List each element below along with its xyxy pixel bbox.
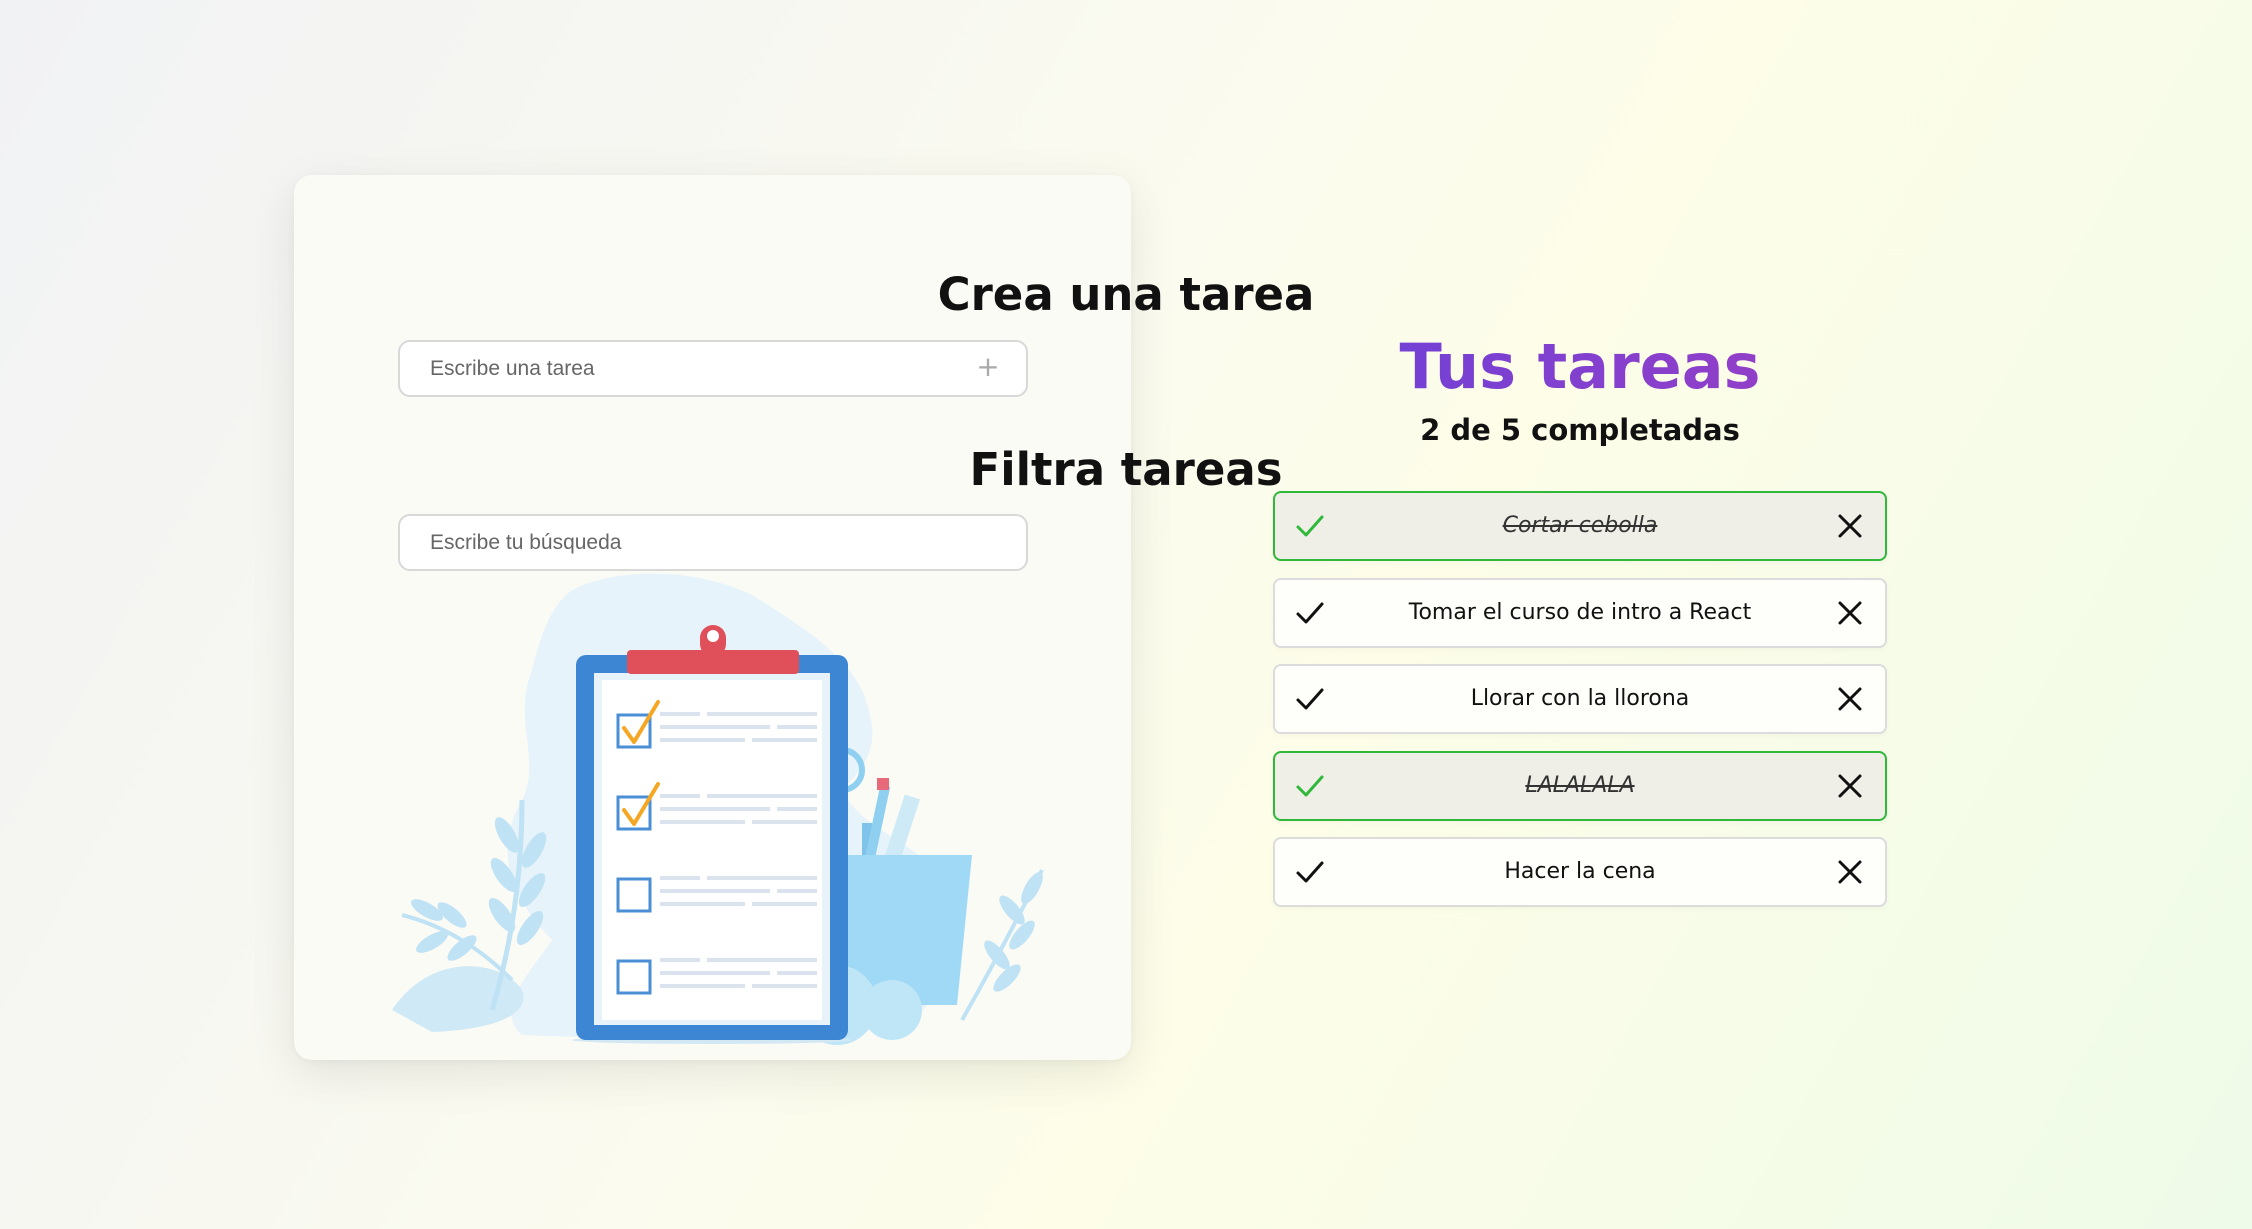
right-leaf-branch: [960, 869, 1044, 1021]
check-icon[interactable]: [1295, 773, 1325, 799]
todo-item-text: Tomar el curso de intro a React: [1408, 599, 1752, 625]
filter-tasks-title: Filtra tareas: [969, 443, 1283, 496]
close-icon[interactable]: [1837, 859, 1863, 885]
todo-list-title: Tus tareas: [1280, 330, 1880, 403]
todo-item-text: Cortar cebolla: [1502, 513, 1658, 538]
close-icon[interactable]: [1837, 513, 1863, 539]
plus-icon[interactable]: +: [976, 353, 1000, 381]
todo-item-text: LALALALA: [1525, 772, 1635, 798]
todo-item: Hacer la cena: [1273, 837, 1887, 907]
todo-item-text: Llorar con la llorona: [1470, 686, 1690, 711]
check-icon[interactable]: [1295, 600, 1325, 626]
check-icon[interactable]: [1295, 859, 1325, 885]
create-task-field[interactable]: +: [398, 340, 1028, 397]
filter-tasks-field[interactable]: [398, 514, 1028, 571]
search-input[interactable]: [400, 516, 970, 569]
todo-item: Llorar con la llorona: [1273, 664, 1887, 734]
create-task-input[interactable]: [400, 342, 970, 395]
close-icon[interactable]: [1837, 773, 1863, 799]
clipboard-checklist-illustration: [392, 573, 1044, 1045]
todo-item: Tomar el curso de intro a React: [1273, 577, 1887, 648]
close-icon[interactable]: [1837, 600, 1863, 626]
check-icon[interactable]: [1295, 513, 1325, 539]
create-task-title: Crea una tarea: [937, 268, 1315, 321]
todo-counter: 2 de 5 completadas: [1420, 413, 1740, 447]
todo-item: LALALALA: [1273, 750, 1887, 821]
todo-item-text: Hacer la cena: [1504, 859, 1656, 884]
todo-list: Cortar cebolla Tomar el curso de intro a …: [1273, 491, 1887, 924]
close-icon[interactable]: [1837, 686, 1863, 712]
check-icon[interactable]: [1295, 686, 1325, 712]
todo-item: Cortar cebolla: [1273, 491, 1887, 561]
